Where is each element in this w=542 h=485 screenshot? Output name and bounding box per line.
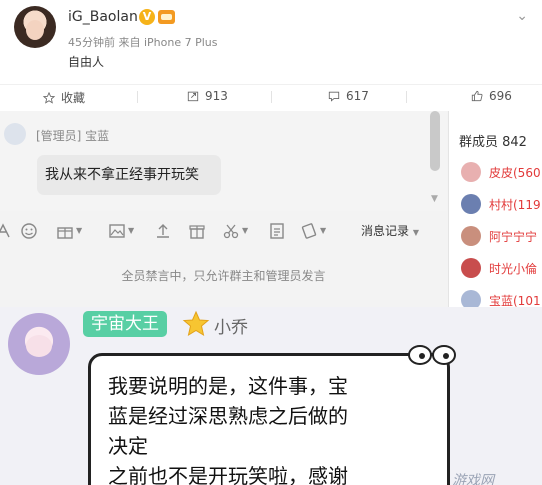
favorite-label: 收藏 — [61, 91, 86, 105]
star-icon — [182, 310, 210, 337]
repost-button[interactable]: 913 — [186, 89, 228, 103]
rank-badge: 宇宙大王 — [83, 311, 167, 337]
qq-chat-area: [管理员] 宝蓝 我从来不拿正经事开玩笑 ▼ — [0, 111, 447, 211]
message-line: 蓝是经过深思熟虑之后做的 — [108, 404, 348, 428]
message-history-button[interactable]: 消息记录 ▼ — [361, 222, 419, 239]
repost-icon — [187, 91, 199, 102]
member-item[interactable]: 时光小倫 — [461, 257, 542, 279]
shake-icon[interactable] — [300, 222, 318, 240]
post-actions-bar: 收藏 913 617 696 — [0, 84, 542, 108]
divider — [271, 91, 272, 103]
member-name: 皮皮(560 — [489, 166, 541, 180]
gift-box-icon[interactable] — [188, 222, 206, 240]
star-outline-icon — [42, 91, 56, 104]
chevron-down-icon[interactable]: ▼ — [320, 226, 326, 235]
member-name: 阿宁宁宁 — [489, 230, 538, 244]
member-name: 村村(119 — [489, 198, 541, 212]
upload-icon[interactable] — [154, 222, 172, 240]
favorite-button[interactable]: 收藏 — [42, 89, 85, 106]
scrollbar[interactable] — [430, 111, 440, 171]
bubble-eyes-icon — [408, 345, 456, 365]
document-icon[interactable] — [268, 222, 286, 240]
speech-bubble-text: 我要说明的是，这件事，宝 蓝是经过深思熟虑之后做的 决定 之前也不是开玩笑啦，感… — [108, 371, 448, 485]
member-avatar — [461, 258, 481, 278]
vip-badge-icon — [158, 10, 175, 24]
chat-message-section: 宇宙大王 小乔 我要说明的是，这件事，宝 蓝是经过深思熟虑之后做的 决定 之前也… — [0, 307, 542, 485]
watermark: 游戏网 — [452, 473, 494, 485]
message-line: 之前也不是开玩笑啦，感谢 — [108, 464, 348, 485]
scroll-down-icon[interactable]: ▼ — [431, 194, 438, 204]
member-avatar — [461, 226, 481, 246]
verified-badge-icon: V — [139, 9, 155, 25]
like-count: 696 — [489, 89, 512, 103]
member-avatar — [461, 162, 481, 182]
qq-group-panel: [管理员] 宝蓝 我从来不拿正经事开玩笑 ▼ ▼ ▼ ▼ ▼ 消息记录 ▼ 全员… — [0, 111, 542, 310]
chevron-down-icon[interactable]: ⌄ — [516, 8, 528, 24]
divider — [137, 91, 138, 103]
chevron-down-icon: ▼ — [412, 228, 419, 237]
message-bubble: 我从来不拿正经事开玩笑 — [37, 155, 221, 195]
chevron-down-icon[interactable]: ▼ — [128, 226, 134, 235]
sender-avatar[interactable] — [4, 123, 26, 145]
member-name: 时光小倫 — [489, 262, 538, 276]
member-item[interactable]: 皮皮(560 — [461, 161, 542, 183]
message-line: 决定 — [108, 434, 148, 458]
comment-count: 617 — [346, 89, 369, 103]
like-button[interactable]: 696 — [470, 89, 512, 103]
post-text: 自由人 — [68, 55, 105, 69]
font-icon[interactable] — [0, 222, 12, 240]
scissors-icon[interactable] — [222, 222, 240, 240]
qq-toolbar: ▼ ▼ ▼ ▼ 消息记录 ▼ — [0, 211, 447, 251]
gift-icon[interactable] — [56, 222, 74, 240]
username[interactable]: iG_Baolan — [68, 9, 138, 25]
thumbs-up-icon — [471, 90, 483, 102]
sender-nickname: 小乔 — [214, 318, 248, 338]
post-meta: 45分钟前 来自 iPhone 7 Plus — [68, 36, 218, 49]
message-line: 我要说明的是，这件事，宝 — [108, 374, 348, 398]
member-avatar — [461, 194, 481, 214]
member-item[interactable]: 阿宁宁宁 — [461, 225, 542, 247]
weibo-post-header: iG_Baolan V 45分钟前 来自 iPhone 7 Plus 自由人 ⌄ — [0, 0, 542, 82]
sender-avatar[interactable] — [8, 313, 70, 375]
comment-icon — [328, 91, 340, 102]
chevron-down-icon[interactable]: ▼ — [76, 226, 82, 235]
message-history-label: 消息记录 — [361, 224, 410, 238]
sender-name: [管理员] 宝蓝 — [36, 129, 110, 143]
emoji-icon[interactable] — [20, 222, 38, 240]
user-avatar[interactable] — [14, 6, 56, 48]
chevron-down-icon[interactable]: ▼ — [242, 226, 248, 235]
members-title: 群成员 842 — [459, 135, 527, 150]
divider — [406, 91, 407, 103]
repost-count: 913 — [205, 89, 228, 103]
mute-notice: 全员禁言中，只允许群主和管理员发言 — [121, 269, 326, 283]
member-item[interactable]: 村村(119 — [461, 193, 542, 215]
comment-button[interactable]: 617 — [327, 89, 369, 103]
group-member-list: 群成员 842 皮皮(560 村村(119 阿宁宁宁 时光小倫 宝蓝(101 — [448, 111, 542, 310]
image-icon[interactable] — [108, 222, 126, 240]
